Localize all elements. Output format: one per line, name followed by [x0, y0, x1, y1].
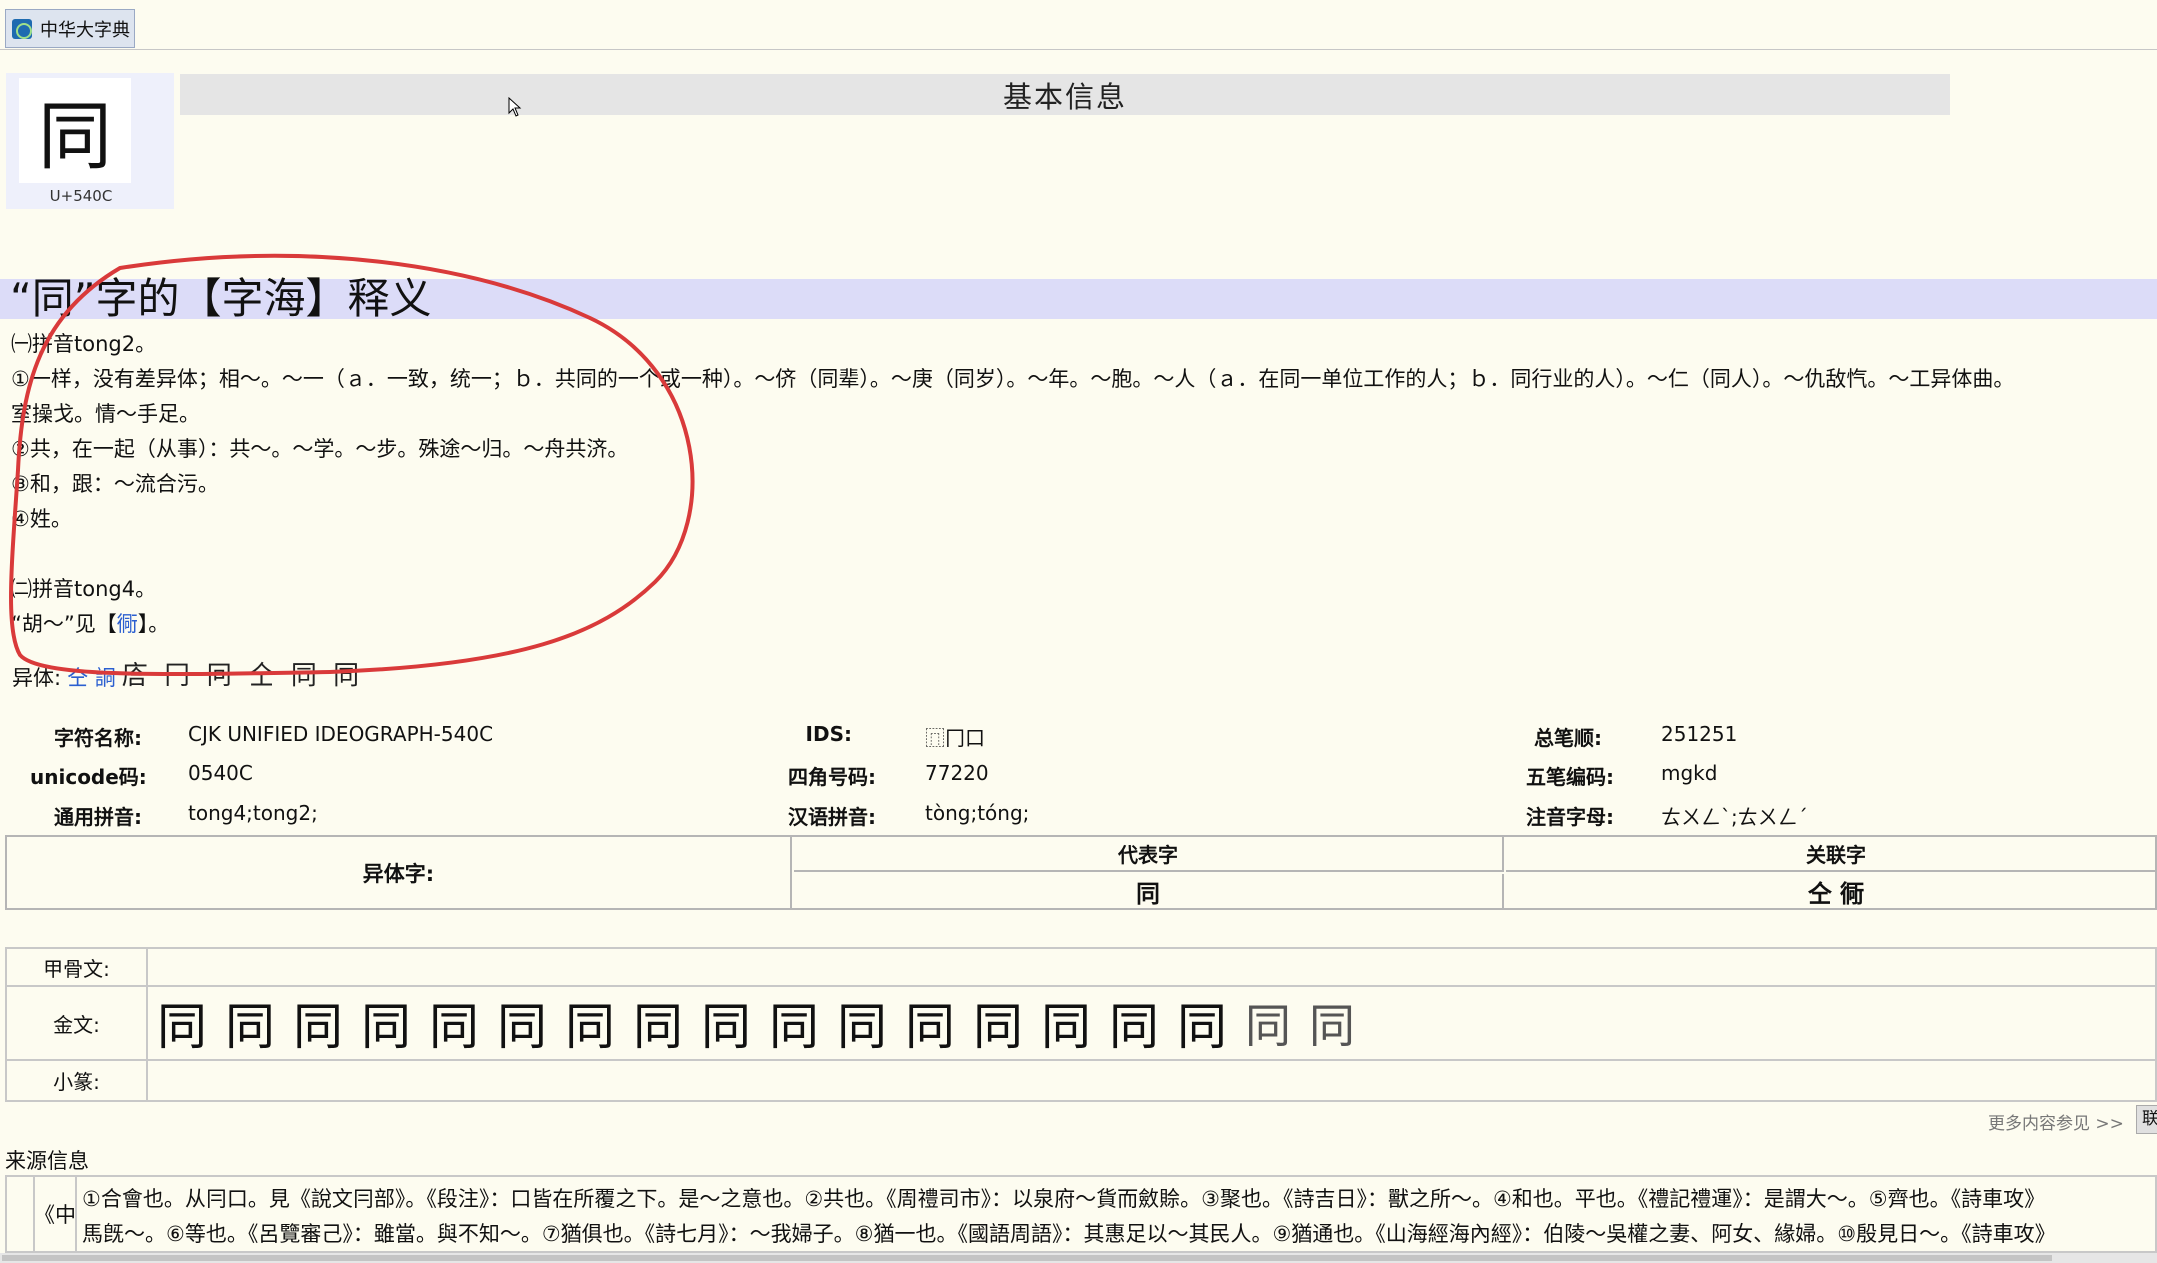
rep-char-value[interactable]: 同 — [794, 874, 1504, 908]
seal-row: 小篆: — [7, 1061, 2157, 1100]
character-codepoint: U+540C — [49, 187, 113, 205]
tab-title: 中华大字典 — [40, 19, 130, 41]
bronze-glyph: 同 — [1309, 999, 1355, 1053]
def-line: ④姓。 — [11, 507, 72, 531]
bronze-glyph: 同 — [1177, 998, 1227, 1056]
bronze-glyph: 同 — [565, 998, 615, 1056]
bronze-glyph: 同 — [769, 998, 819, 1056]
ids-label: IDS: — [805, 722, 852, 746]
char-name-value: CJK UNIFIED IDEOGRAPH-540C — [188, 722, 494, 746]
bronze-glyph: 同 — [429, 998, 479, 1056]
bronze-glyph: 同 — [1245, 999, 1291, 1053]
unicode-value: 0540C — [188, 761, 253, 785]
oracle-row: 甲骨文: — [7, 949, 2157, 987]
def-see-line: “胡～”见【衕】。 — [11, 611, 169, 637]
source-book-label: 《中 — [34, 1177, 77, 1251]
rep-char-header: 代表字 — [794, 837, 1504, 872]
zhuyin-label: 注音字母: — [1526, 805, 1614, 829]
variant-glyphs: 𢈈 冂 冋 仝 同 同 — [121, 661, 364, 691]
tongyong-label: 通用拼音: — [54, 805, 142, 829]
app-tab[interactable]: 中华大字典 — [5, 9, 135, 48]
bronze-glyph: 同 — [157, 998, 207, 1056]
see-link[interactable]: 衕 — [117, 612, 138, 636]
mouse-cursor-icon — [508, 97, 522, 117]
source-line-1: ①合會也。从冃口。見《說文冃部》。《段注》：口皆在所覆之下。是～之意也。②共也。… — [82, 1187, 2046, 1211]
oracle-label: 甲骨文: — [7, 949, 148, 985]
zihai-title: “同”字的【字海】释义 — [0, 278, 2157, 320]
basic-info-header: 基本信息 — [180, 74, 1950, 115]
more-content-link[interactable]: 更多内容参见 >> — [1988, 1109, 2124, 1134]
more-button[interactable]: 联 — [2136, 1105, 2157, 1134]
app-logo-icon — [12, 18, 32, 39]
tongyong-value: tong4;tong2; — [188, 801, 318, 825]
def-line: ㈠拼音tong2。 — [11, 332, 157, 356]
bronze-glyph: 同 — [837, 998, 887, 1056]
zhuyin-value: ㄊㄨㄥˋ;ㄊㄨㄥˊ — [1661, 805, 1808, 829]
seal-label: 小篆: — [7, 1061, 148, 1100]
def-line: ㈡拼音tong4。 — [11, 577, 157, 601]
bronze-glyphs: 同 同 同 同 同 同 同 同 同 同 同 同 同 同 同 同 同 同 — [157, 987, 1355, 1059]
hanyu-value: tòng;tóng; — [925, 801, 1030, 825]
variants-label: 异体: — [12, 666, 62, 690]
sijiao-value: 77220 — [925, 761, 989, 785]
character-glyph: 同 — [19, 78, 131, 183]
source-line-2: 馬旣～。⑥等也。《呂覽審己》：雖當。與不知～。⑦猶俱也。《詩七月》：～我婦子。⑧… — [82, 1222, 2056, 1246]
strokes-value: 251251 — [1661, 722, 1738, 746]
bronze-glyph: 同 — [361, 998, 411, 1056]
bronze-glyph: 同 — [905, 998, 955, 1056]
char-name-label: 字符名称: — [54, 726, 142, 750]
def-line: ②共，在一起（从事）：共～。～学。～步。殊途～归。～舟共济。 — [11, 437, 629, 461]
source-title: 来源信息 — [5, 1149, 89, 1173]
sijiao-label: 四角号码: — [788, 765, 876, 789]
variant-links[interactable]: 仝 詷 — [67, 662, 116, 692]
wubi-label: 五笔编码: — [1526, 765, 1614, 789]
bronze-glyph: 同 — [973, 998, 1023, 1056]
tab-divider — [0, 49, 2157, 50]
bronze-label: 金文: — [7, 987, 148, 1059]
strokes-label: 总笔顺: — [1534, 726, 1602, 750]
variants-line: 异体: 仝 詷 𢈈 冂 冋 仝 同 同 — [12, 655, 363, 692]
bronze-glyph: 同 — [1041, 998, 1091, 1056]
bronze-glyph: 同 — [701, 998, 751, 1056]
bronze-row: 金文: 同 同 同 同 同 同 同 同 同 同 同 同 同 同 同 同 同 同 — [7, 987, 2157, 1061]
character-card: 同 U+540C — [6, 73, 174, 209]
bronze-glyph: 同 — [225, 998, 275, 1056]
source-col-blank — [7, 1177, 35, 1251]
variant-row-label: 异体字: — [7, 837, 792, 908]
variant-table: 异体字: 代表字 关联字 同 仝 衕 — [5, 835, 2157, 910]
hanyu-label: 汉语拼音: — [788, 805, 876, 829]
def-line: 室操戈。情～手足。 — [11, 402, 200, 426]
ids-value: ⿵冂口 — [925, 726, 985, 750]
see-prefix: “胡～”见【 — [11, 612, 117, 636]
def-line: ①一样，没有差异体；相～。～一（ａ．一致，统一；ｂ．共同的一个或一种）。～侪（同… — [11, 367, 2015, 391]
bronze-glyph: 同 — [633, 998, 683, 1056]
related-char-header: 关联字 — [1506, 837, 2157, 872]
bronze-glyph: 同 — [293, 998, 343, 1056]
see-suffix: 】。 — [137, 612, 170, 636]
horizontal-scrollbar[interactable] — [0, 1253, 2157, 1263]
wubi-value: mgkd — [1661, 761, 1718, 785]
def-line: ③和，跟：～流合污。 — [11, 472, 219, 496]
source-table: 《中 ①合會也。从冃口。見《說文冃部》。《段注》：口皆在所覆之下。是～之意也。②… — [5, 1175, 2157, 1253]
bronze-glyph: 同 — [497, 998, 547, 1056]
unicode-label: unicode码: — [30, 765, 147, 789]
ancient-forms-table: 甲骨文: 金文: 同 同 同 同 同 同 同 同 同 同 同 同 同 同 同 同… — [5, 947, 2157, 1102]
scrollbar-thumb[interactable] — [2, 1255, 2052, 1261]
bronze-glyph: 同 — [1109, 998, 1159, 1056]
related-char-value[interactable]: 仝 衕 — [1506, 874, 2157, 908]
